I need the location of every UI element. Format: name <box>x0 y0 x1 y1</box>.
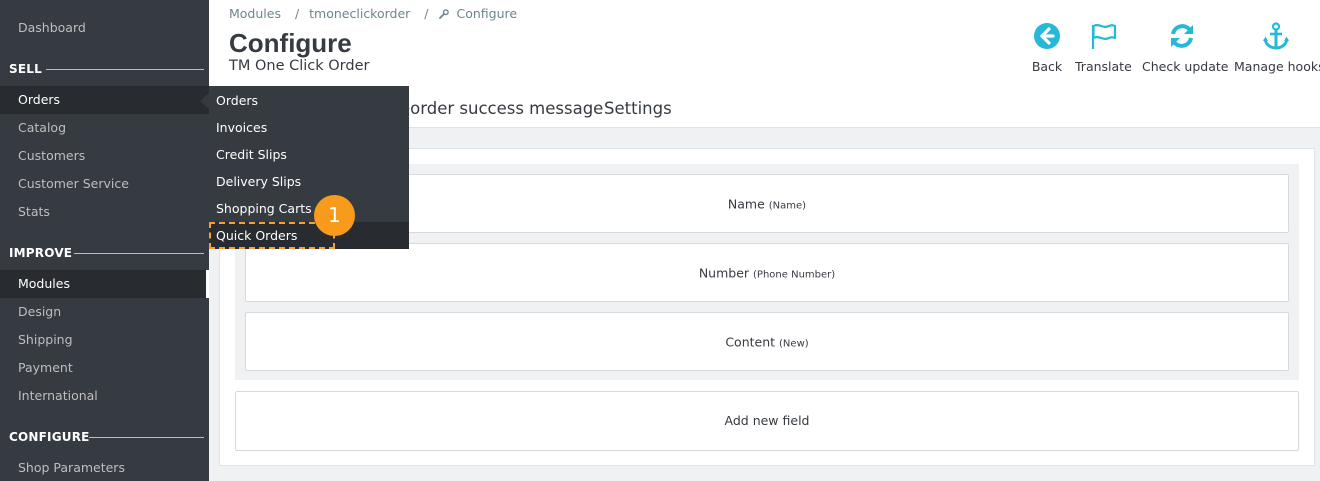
manage-hooks-label: Manage hooks <box>1234 59 1320 74</box>
step-number-badge: 1 <box>314 195 355 236</box>
section-label: SELL <box>9 62 42 76</box>
field-sublabel: (Name) <box>768 200 807 211</box>
sidebar-item-modules[interactable]: Modules <box>0 270 209 298</box>
field-content[interactable]: Content (New) <box>245 312 1289 371</box>
section-divider <box>74 253 204 254</box>
breadcrumb: Modules / tmoneclickorder / Configure <box>229 6 521 21</box>
submenu-item-shopping-carts[interactable]: Shopping Carts <box>209 195 409 222</box>
section-label: IMPROVE <box>9 246 73 260</box>
submenu-item-delivery-slips[interactable]: Delivery Slips <box>209 168 409 195</box>
sidebar-section-improve: IMPROVE <box>0 242 209 264</box>
back-label: Back <box>1031 59 1063 74</box>
sidebar-item-international[interactable]: International <box>0 382 209 410</box>
breadcrumb-module[interactable]: tmoneclickorder <box>309 6 410 21</box>
section-label: CONFIGURE <box>9 430 90 444</box>
sidebar: Dashboard SELL Orders Catalog Customers … <box>0 0 209 481</box>
check-update-button[interactable]: Check update <box>1142 22 1229 74</box>
sidebar-item-payment[interactable]: Payment <box>0 354 209 382</box>
field-number[interactable]: Number (Phone Number) <box>245 243 1289 302</box>
field-label: Name <box>727 196 765 211</box>
field-sublabel: (New) <box>779 338 809 349</box>
breadcrumb-separator: / <box>294 6 300 21</box>
back-button[interactable]: Back <box>1021 22 1073 74</box>
flag-icon <box>1089 22 1117 50</box>
manage-hooks-button[interactable]: Manage hooks <box>1234 22 1320 74</box>
submenu-arrow <box>200 93 209 109</box>
sidebar-item-shipping[interactable]: Shipping <box>0 326 209 354</box>
sidebar-item-shop-parameters[interactable]: Shop Parameters <box>0 454 209 481</box>
field-sublabel: (Phone Number) <box>753 269 836 280</box>
sidebar-item-catalog[interactable]: Catalog <box>0 114 209 142</box>
translate-button[interactable]: Translate <box>1075 22 1132 74</box>
section-divider <box>89 437 204 438</box>
breadcrumb-separator: / <box>424 6 429 21</box>
check-update-label: Check update <box>1142 59 1229 74</box>
field-label: Number <box>698 265 750 280</box>
back-icon <box>1033 22 1061 50</box>
add-new-field-button[interactable]: Add new field <box>235 391 1299 451</box>
section-divider <box>46 69 204 70</box>
tab-order-success-message[interactable]: eorder success message <box>400 99 603 118</box>
page-subtitle: TM One Click Order <box>229 58 370 74</box>
translate-label: Translate <box>1075 59 1132 74</box>
sidebar-item-customer-service[interactable]: Customer Service <box>0 170 209 198</box>
field-label: Content <box>725 334 776 349</box>
sidebar-item-customers[interactable]: Customers <box>0 142 209 170</box>
sidebar-item-orders[interactable]: Orders <box>0 86 209 114</box>
sidebar-section-configure: CONFIGURE <box>0 426 209 448</box>
breadcrumb-current: Configure <box>456 6 518 21</box>
sidebar-item-stats[interactable]: Stats <box>0 198 209 226</box>
submenu-item-orders[interactable]: Orders <box>209 87 409 114</box>
tab-settings[interactable]: Settings <box>604 99 672 118</box>
submenu-item-credit-slips[interactable]: Credit Slips <box>209 141 409 168</box>
breadcrumb-modules[interactable]: Modules <box>229 6 281 21</box>
sidebar-item-design[interactable]: Design <box>0 298 209 326</box>
submenu-item-invoices[interactable]: Invoices <box>209 114 409 141</box>
sidebar-item-dashboard[interactable]: Dashboard <box>0 14 209 42</box>
refresh-icon <box>1168 22 1196 50</box>
page-title: Configure <box>229 28 352 58</box>
anchor-icon <box>1262 22 1290 50</box>
sidebar-section-sell: SELL <box>0 58 209 80</box>
wrench-icon <box>438 7 449 19</box>
